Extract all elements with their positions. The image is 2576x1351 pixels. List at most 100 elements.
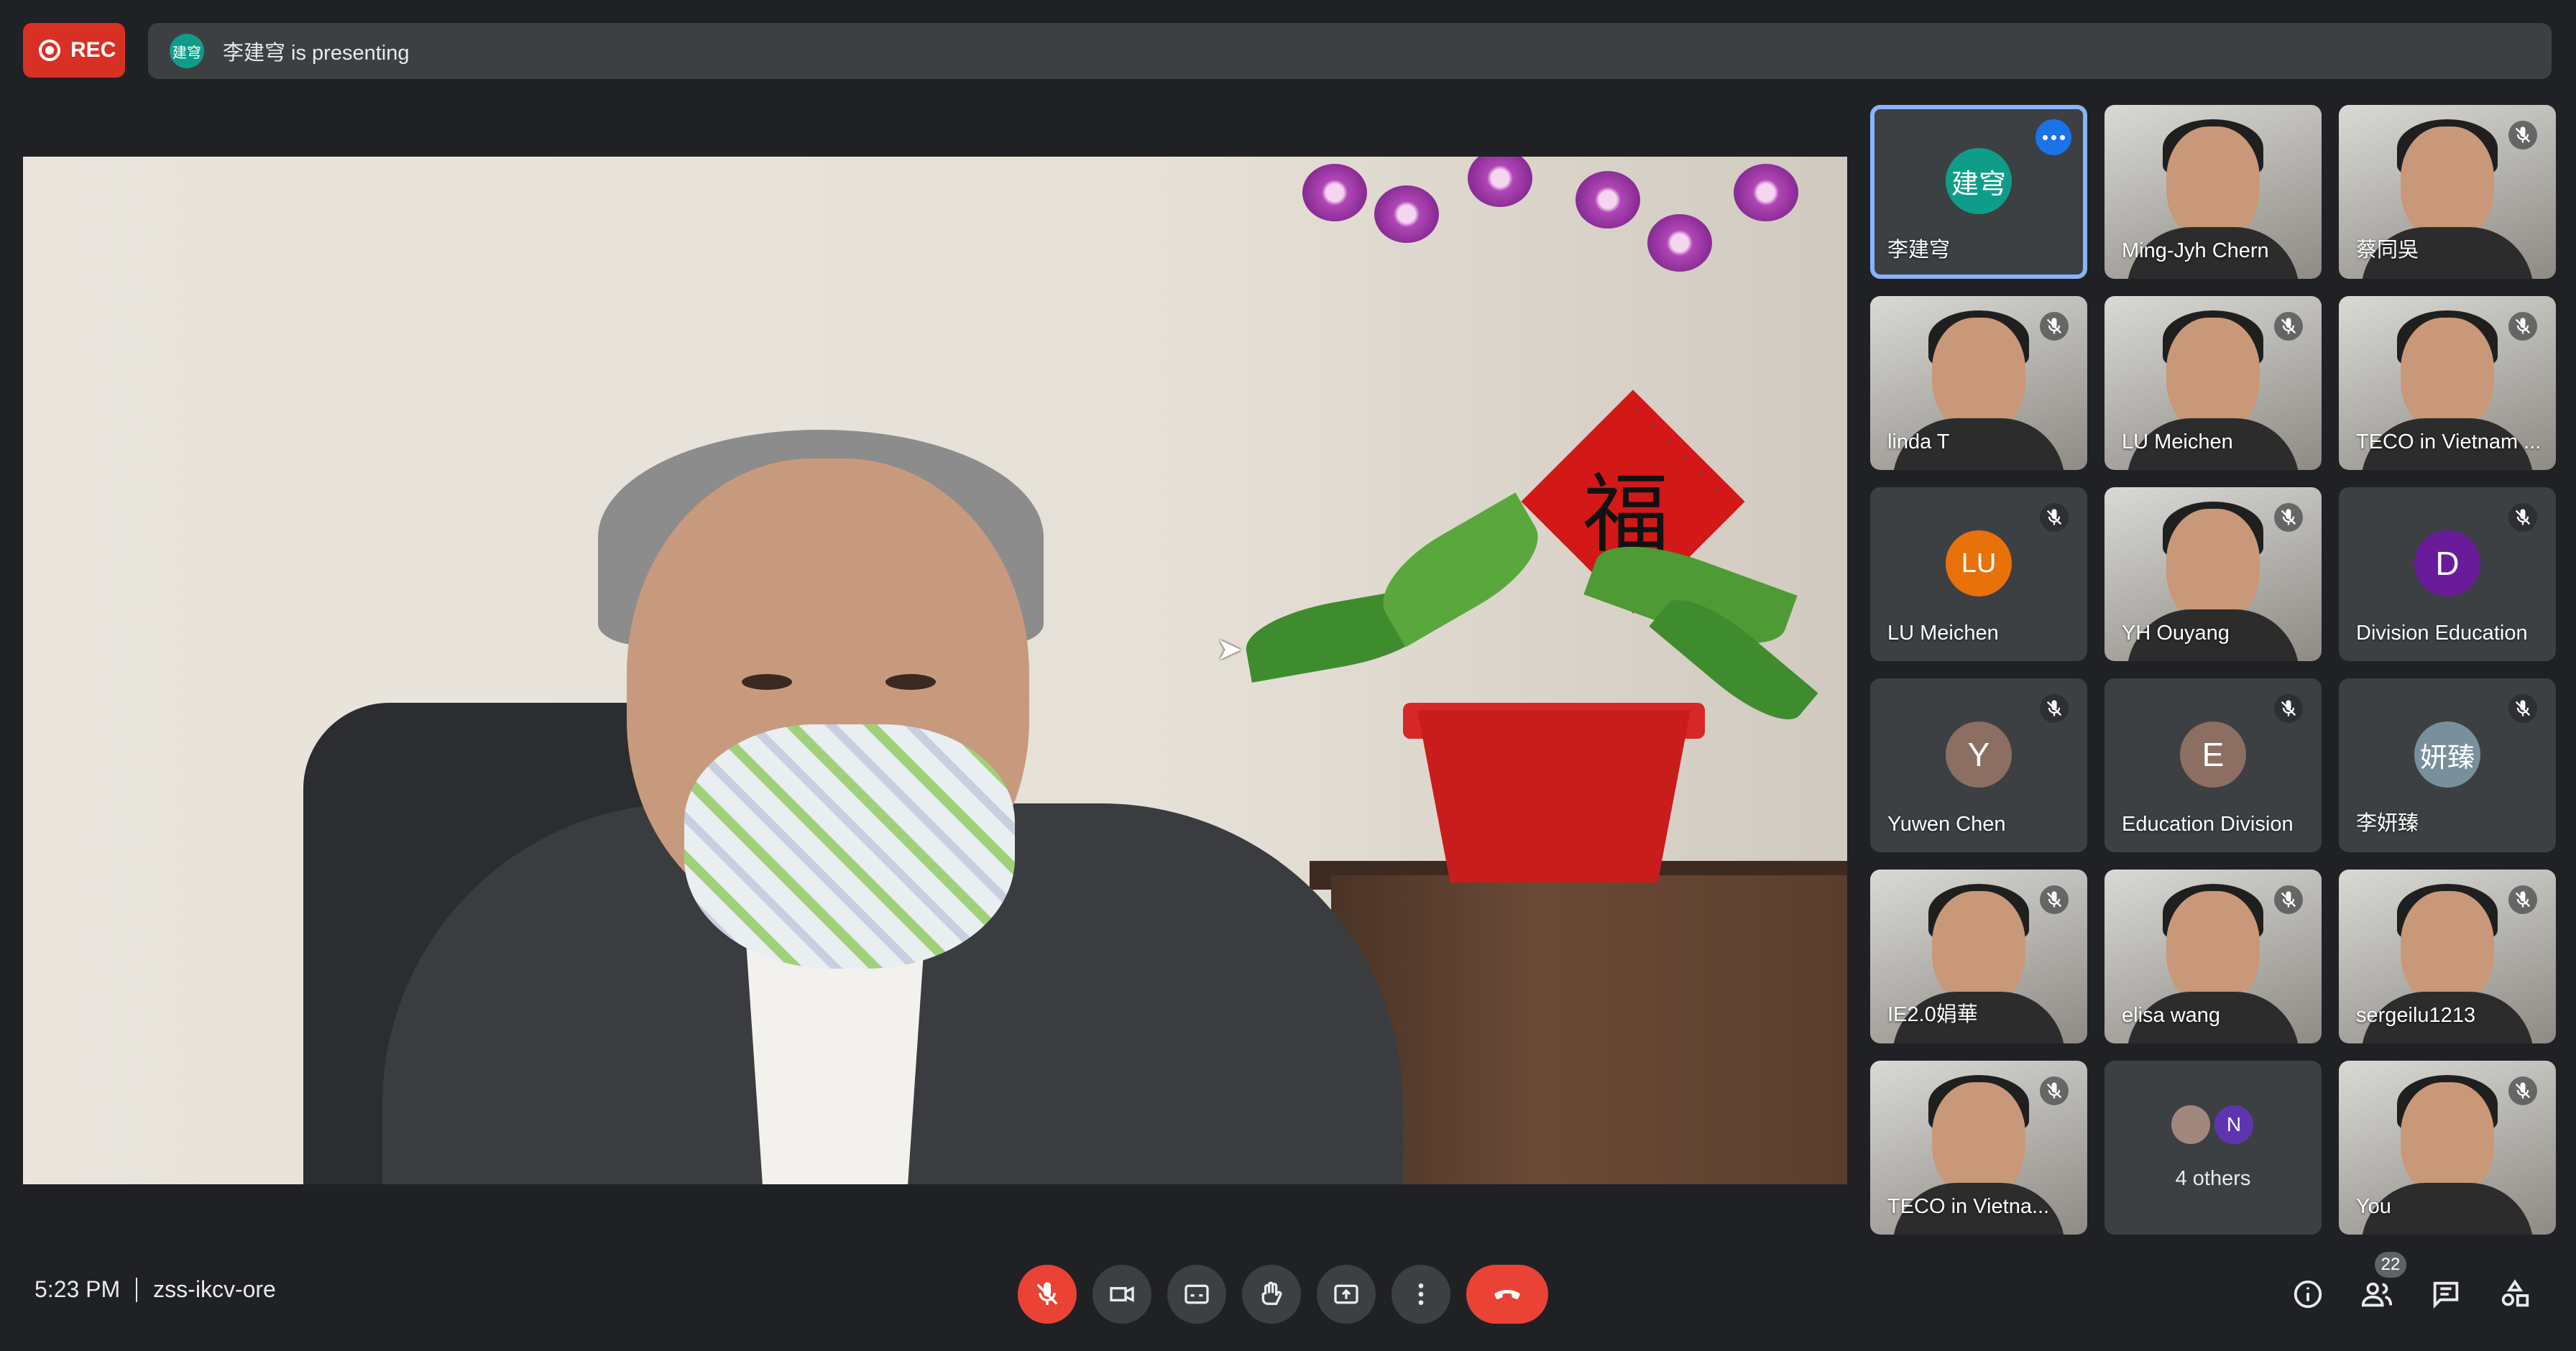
- captions-button[interactable]: [1167, 1265, 1226, 1324]
- mic-off-icon: [2274, 312, 2303, 341]
- participant-name: TECO in Vietna...: [1887, 1195, 2050, 1218]
- participant-avatar: 建穹: [1946, 148, 2012, 215]
- present-screen-icon: [1334, 1284, 1358, 1304]
- meeting-details-button[interactable]: [2287, 1273, 2329, 1315]
- participant-name: elisa wang: [2122, 1004, 2221, 1027]
- participant-tile[interactable]: YH Ouyang: [2104, 487, 2322, 661]
- participant-name: Division Education: [2356, 622, 2528, 645]
- presenter-banner: 建穹 李建穹 is presenting: [148, 23, 2552, 79]
- participant-name: TECO in Vietnam ...: [2356, 430, 2542, 453]
- participant-tile[interactable]: TECO in Vietna...: [1870, 1061, 2087, 1235]
- mic-off-icon: [2508, 503, 2537, 532]
- chat-button[interactable]: [2425, 1273, 2467, 1315]
- participant-tile[interactable]: LU LU Meichen: [1870, 487, 2087, 661]
- participant-name: You: [2356, 1195, 2391, 1218]
- others-photo-avatar: [2171, 1105, 2210, 1144]
- participant-name: IE2.0娟華: [1887, 1003, 1978, 1026]
- mic-off-icon: [2274, 503, 2303, 532]
- mic-off-icon: [2040, 694, 2069, 723]
- participant-name: 李建穹: [1887, 239, 1951, 262]
- mic-off-icon: [2508, 694, 2537, 723]
- more-options-button[interactable]: [1392, 1265, 1450, 1324]
- main-video-feed[interactable]: 福 ➤: [23, 157, 1847, 1184]
- participant-avatar: D: [2414, 530, 2480, 597]
- orchid-flower: [1576, 171, 1640, 229]
- others-letter-avatar: N: [2214, 1105, 2253, 1144]
- meeting-code[interactable]: zss-ikcv-ore: [153, 1276, 276, 1303]
- presenter-eye: [886, 674, 936, 690]
- presenter-avatar: 建穹: [170, 34, 204, 68]
- participant-tile[interactable]: sergeilu1213: [2339, 870, 2556, 1043]
- orchid-flower: [1647, 214, 1712, 272]
- camera-toggle-button[interactable]: [1092, 1265, 1151, 1324]
- participant-tile[interactable]: LU Meichen: [2104, 296, 2322, 470]
- orchid-flower: [1374, 185, 1439, 243]
- mic-off-icon: [2040, 503, 2069, 532]
- participant-name: LU Meichen: [2122, 430, 2233, 453]
- participant-video-face: [2166, 509, 2260, 624]
- hangup-icon: [1494, 1290, 1520, 1299]
- others-label: 4 others: [2175, 1167, 2251, 1190]
- participant-video-face: [1932, 891, 2025, 1006]
- mic-off-icon: [2508, 312, 2537, 341]
- participant-tile[interactable]: D Division Education: [2339, 487, 2556, 661]
- participant-video-face: [2401, 126, 2494, 241]
- mic-off-icon: [2508, 885, 2537, 914]
- participant-name: Yuwen Chen: [1887, 813, 2006, 836]
- people-button[interactable]: [2356, 1273, 2398, 1315]
- participant-tile[interactable]: 蔡同吳: [2339, 105, 2556, 279]
- leave-call-button[interactable]: [1466, 1265, 1548, 1324]
- meeting-info: 5:23 PM zss-ikcv-ore: [34, 1276, 276, 1303]
- participant-tile[interactable]: 妍臻 李妍臻: [2339, 678, 2556, 852]
- participant-name: YH Ouyang: [2122, 622, 2230, 645]
- current-time: 5:23 PM: [34, 1276, 121, 1302]
- info-icon: [2294, 1280, 2322, 1309]
- mic-off-icon: [2274, 694, 2303, 723]
- participant-tile[interactable]: Ming-Jyh Chern: [2104, 105, 2322, 279]
- participant-video-face: [1932, 1082, 2025, 1197]
- mic-off-icon: [2508, 1076, 2537, 1105]
- record-icon: [39, 40, 60, 61]
- participant-video-face: [1932, 318, 2025, 433]
- participant-tile[interactable]: TECO in Vietnam ...: [2339, 296, 2556, 470]
- activities-button[interactable]: [2494, 1273, 2536, 1315]
- orchid-flower: [1302, 164, 1367, 221]
- participant-name: Education Division: [2122, 813, 2294, 836]
- participant-tile[interactable]: 建穹李建穹: [1870, 105, 2087, 279]
- participant-name: sergeilu1213: [2356, 1004, 2476, 1027]
- more-options-icon[interactable]: [2036, 119, 2071, 155]
- presenter-text: 李建穹 is presenting: [223, 42, 410, 65]
- mic-off-icon: [2274, 885, 2303, 914]
- participant-avatar: 妍臻: [2414, 721, 2480, 788]
- hand-icon: [1261, 1281, 1282, 1305]
- participant-avatar: E: [2180, 721, 2246, 788]
- chat-icon: [2433, 1281, 2459, 1309]
- mouse-cursor-icon: ➤: [1216, 632, 1243, 667]
- participant-video-face: [2166, 318, 2260, 433]
- participant-tile[interactable]: IE2.0娟華: [1870, 870, 2087, 1043]
- presenter-eye: [742, 674, 792, 690]
- mic-off-icon: [1036, 1282, 1058, 1305]
- recording-indicator[interactable]: REC: [23, 23, 125, 78]
- participant-tile[interactable]: You: [2339, 1061, 2556, 1235]
- participant-video-face: [2166, 891, 2260, 1006]
- others-avatars: N: [2171, 1105, 2253, 1144]
- participant-video-face: [2401, 318, 2494, 433]
- cabinet-body: [1331, 875, 1847, 1184]
- participant-count-badge: 22: [2375, 1252, 2406, 1278]
- participant-tile[interactable]: elisa wang: [2104, 870, 2322, 1043]
- present-screen-button[interactable]: [1317, 1265, 1376, 1324]
- participant-tile[interactable]: E Education Division: [2104, 678, 2322, 852]
- more-vert-icon: [1418, 1283, 1424, 1305]
- flower-pot: [1417, 710, 1690, 882]
- mic-toggle-button[interactable]: [1018, 1265, 1077, 1324]
- participant-name: LU Meichen: [1887, 622, 1999, 645]
- participant-tile[interactable]: linda T: [1870, 296, 2087, 470]
- shapes-icon: [2501, 1279, 2529, 1307]
- orchid-flower: [1734, 164, 1798, 221]
- recording-label: REC: [70, 38, 116, 62]
- others-tile[interactable]: N 4 others: [2104, 1061, 2322, 1235]
- raise-hand-button[interactable]: [1242, 1265, 1301, 1324]
- participant-tile[interactable]: Y Yuwen Chen: [1870, 678, 2087, 852]
- camera-icon: [1110, 1286, 1134, 1303]
